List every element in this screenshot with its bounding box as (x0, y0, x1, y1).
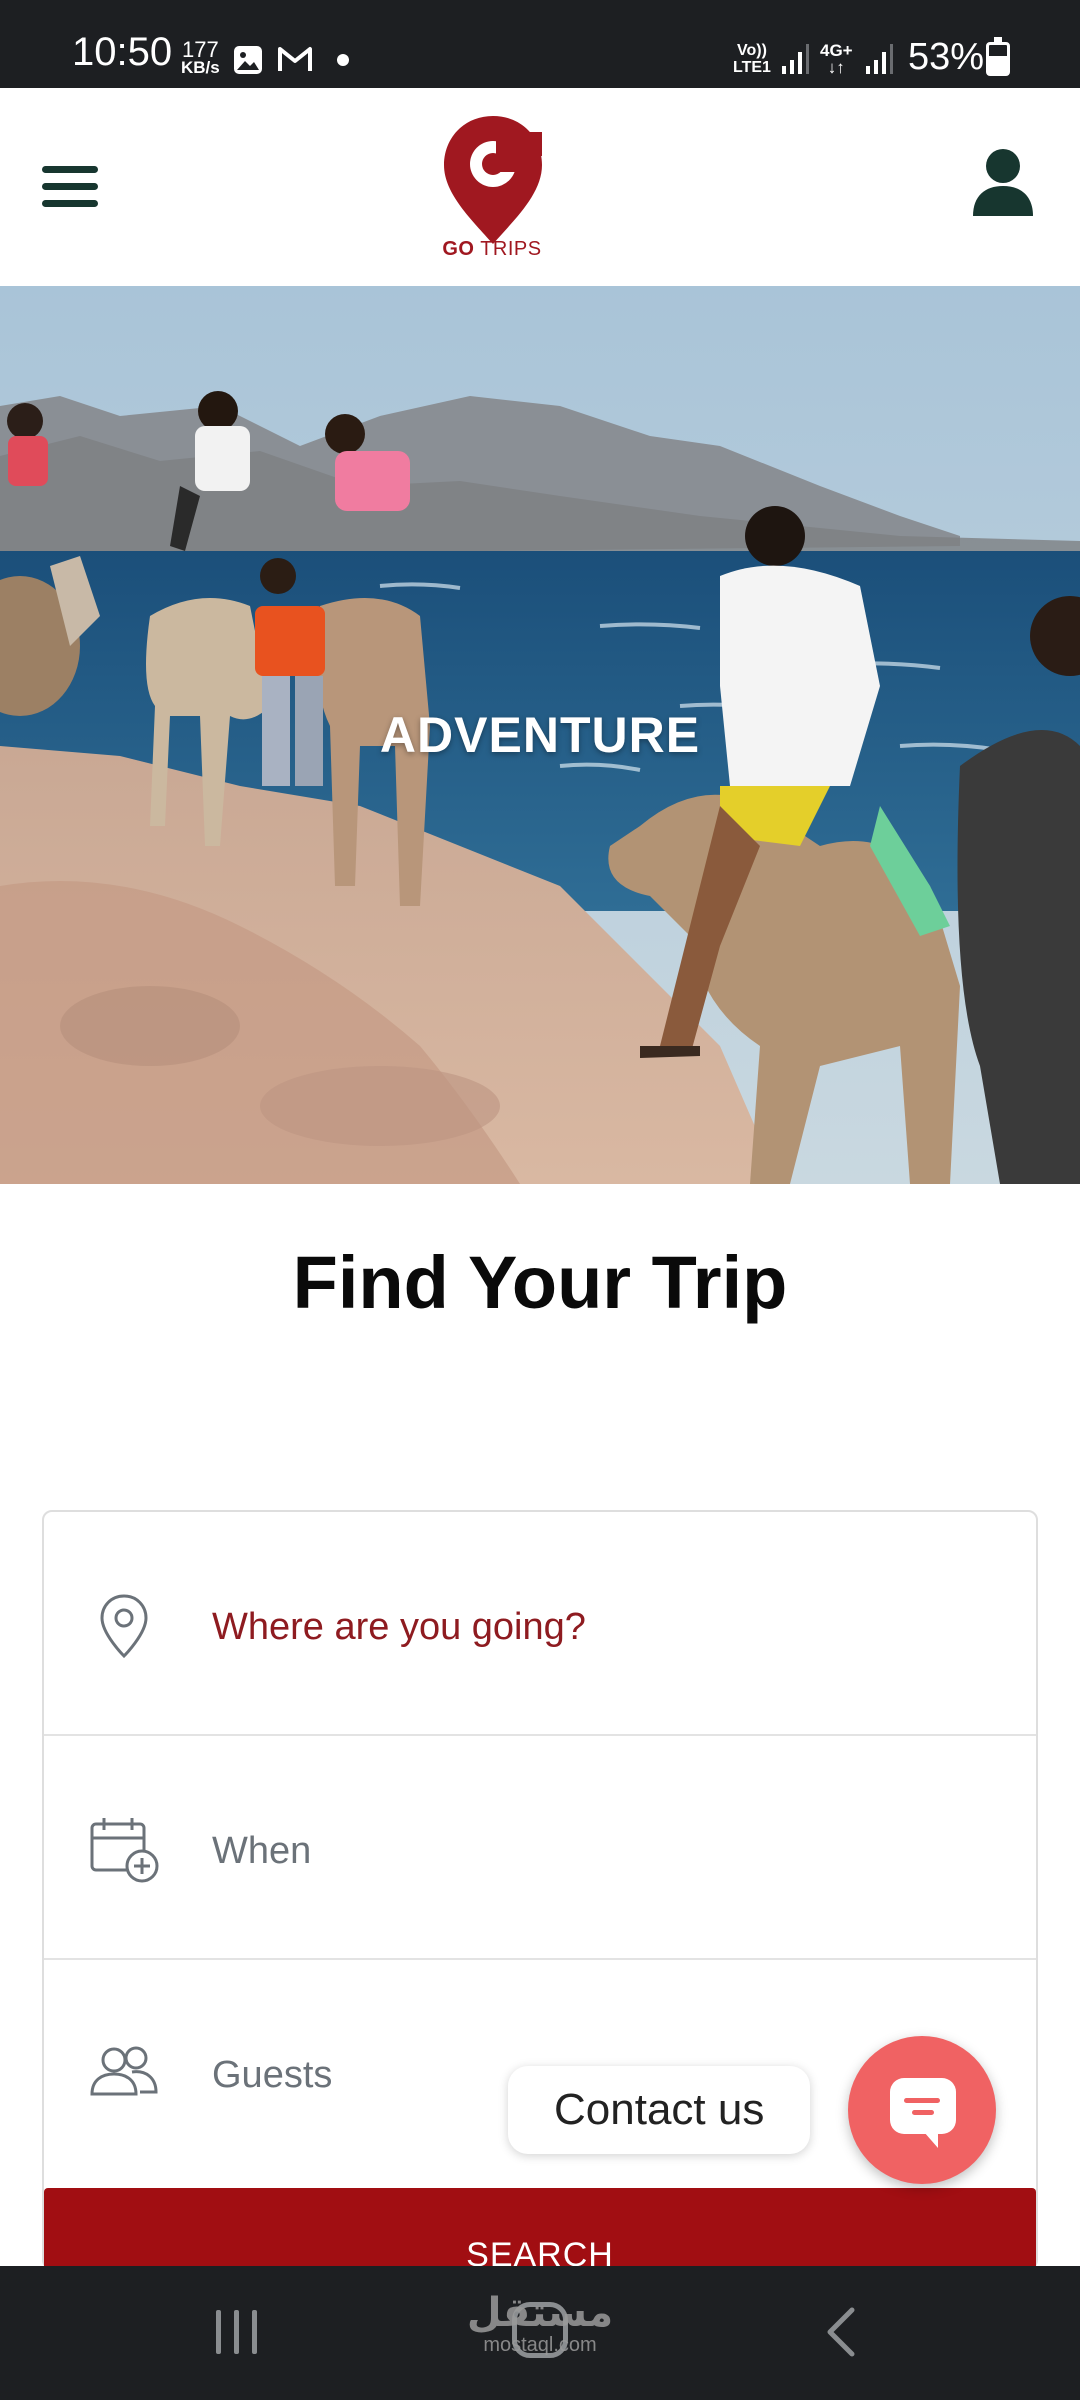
location-pin-icon (100, 1594, 148, 1659)
data-arrows-icon: ↓↑ (827, 58, 845, 77)
destination-field[interactable]: Where are you going? (44, 1512, 1036, 1736)
signal-icon-sim2 (866, 44, 893, 74)
app-header: GO TRIPS (0, 88, 1080, 286)
mostaql-watermark: مستقل mostaql.com (440, 2292, 640, 2356)
recent-apps-button[interactable] (216, 2310, 260, 2354)
chat-icon-line (912, 2110, 934, 2115)
calendar-add-icon (90, 1818, 159, 1883)
watermark-arabic: مستقل (466, 2291, 614, 2335)
hamburger-menu-button[interactable] (42, 166, 98, 208)
system-navigation-bar: مستقل mostaql.com (0, 2266, 1080, 2400)
date-field[interactable]: When (44, 1736, 1036, 1960)
watermark-latin: mostaql.com (483, 2334, 597, 2356)
date-placeholder: When (212, 1830, 312, 1872)
volte-top: Vo)) (737, 42, 767, 59)
network-type-label: 4G+ (820, 41, 853, 60)
destination-placeholder: Where are you going? (212, 1606, 586, 1648)
status-bar: 10:50 177 KB/s Vo)) LTE1 4G+ ↓↑ 53% (0, 0, 1080, 88)
gallery-notification-icon (234, 46, 262, 74)
user-icon[interactable] (970, 146, 1036, 218)
contact-us-label[interactable]: Contact us (508, 2066, 811, 2154)
more-notifications-dot (337, 54, 349, 66)
status-time: 10:50 (72, 30, 173, 74)
volte-bottom: LTE1 (733, 59, 771, 76)
hero-caption: ADVENTURE (379, 707, 701, 763)
contact-chat-button[interactable] (848, 2036, 996, 2184)
page-title: Find Your Trip (292, 1241, 788, 1324)
network-type: 4G+ ↓↑ (820, 42, 853, 76)
volte-indicator: Vo)) LTE1 (733, 42, 771, 76)
back-button[interactable] (822, 2306, 858, 2358)
network-speed-value: 177 (182, 37, 219, 62)
signal-icon-sim1 (782, 44, 809, 74)
network-speed: 177 KB/s (181, 37, 220, 77)
logo-text-go: GO (442, 238, 475, 260)
hero-banner: ADVENTURE (0, 286, 1080, 1184)
logo-text-trips: TRIPS (480, 238, 542, 260)
guests-icon (90, 2046, 158, 2096)
hamburger-icon (42, 166, 98, 173)
battery-percent: 53% (908, 36, 985, 78)
hamburger-icon-bar (42, 200, 98, 207)
hamburger-icon-bar (42, 183, 98, 190)
guests-placeholder: Guests (212, 2054, 333, 2096)
chat-icon (890, 2078, 956, 2148)
chat-icon-line (904, 2098, 940, 2103)
network-speed-unit: KB/s (181, 58, 220, 77)
battery-icon (986, 37, 1010, 76)
logo-wordmark: GO TRIPS (442, 238, 542, 261)
gmail-notification-icon (278, 47, 312, 71)
